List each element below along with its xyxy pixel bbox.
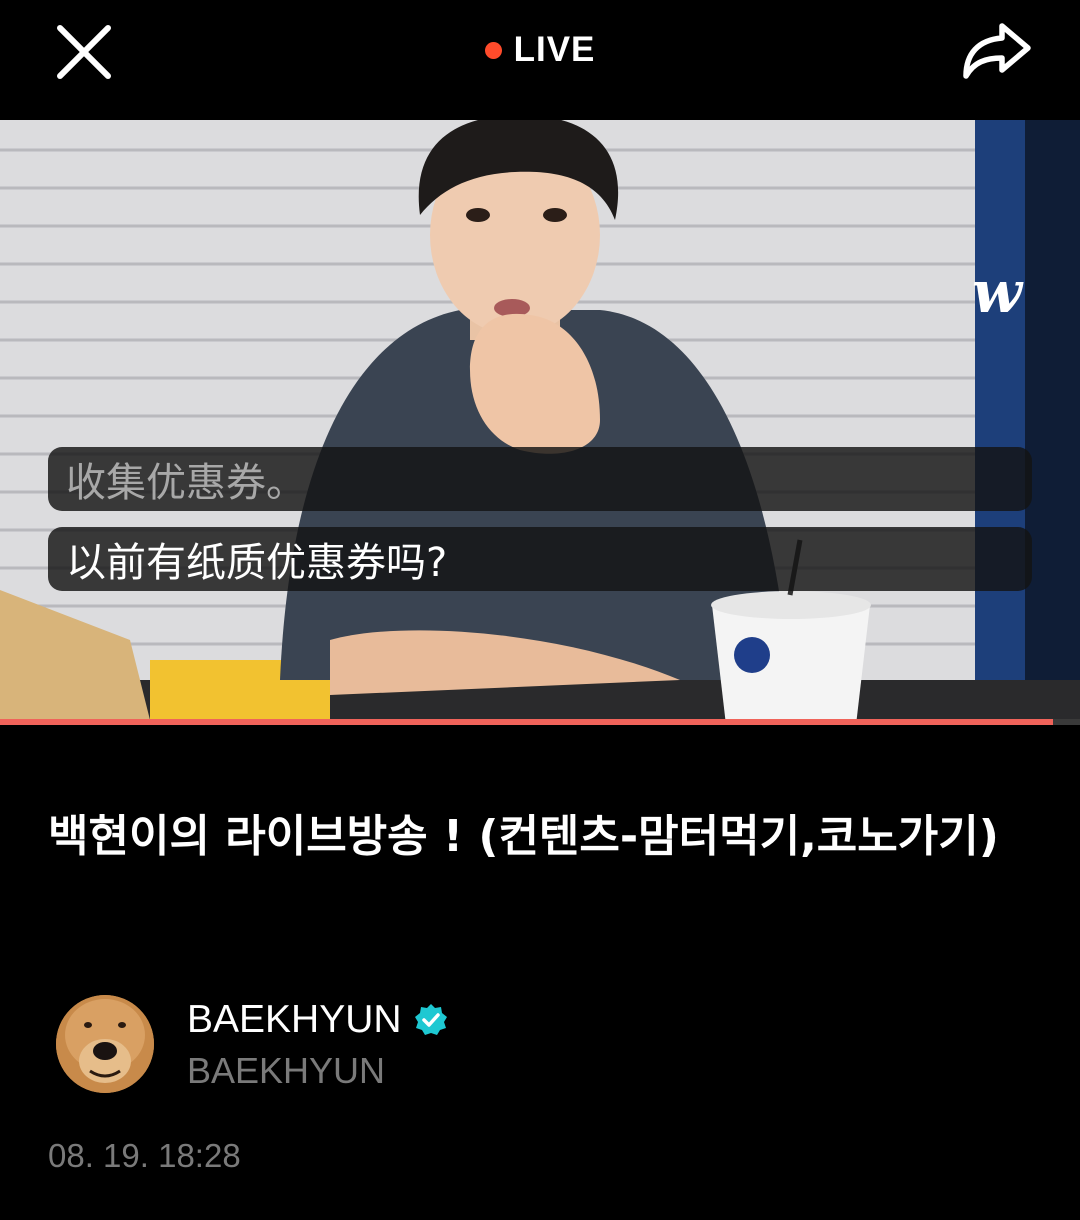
live-indicator: LIVE <box>0 30 1080 70</box>
video-progress-bar[interactable] <box>0 719 1080 725</box>
author-name: BAEKHYUN <box>187 998 402 1041</box>
live-video-player[interactable]: w <box>0 120 1080 725</box>
live-label: LIVE <box>513 30 596 69</box>
author-row[interactable]: BAEKHYUN BAEKHYUN <box>56 995 756 1095</box>
video-frame <box>0 120 1080 725</box>
live-title: 백현이의 라이브방송 ! (컨텐츠-맘터먹기,코노가기) <box>48 811 999 862</box>
live-caption-current: 以前有纸质优惠券吗? <box>48 527 1032 591</box>
live-dot-icon <box>484 41 502 59</box>
post-timestamp: 08. 19. 18:28 <box>48 1137 241 1174</box>
video-progress-fill <box>0 719 1053 725</box>
author-handle: BAEKHYUN <box>187 1050 386 1091</box>
avatar[interactable] <box>56 995 154 1093</box>
share-icon <box>963 23 1031 79</box>
top-bar: LIVE <box>0 0 1080 110</box>
live-caption-previous: 收集优惠券。 <box>48 447 1032 511</box>
weverse-logo: w <box>972 258 1022 326</box>
author-name-row[interactable]: BAEKHYUN <box>187 998 448 1042</box>
verified-badge-icon <box>414 1004 447 1035</box>
share-button[interactable] <box>958 16 1034 86</box>
dog-avatar-icon <box>56 995 154 1093</box>
